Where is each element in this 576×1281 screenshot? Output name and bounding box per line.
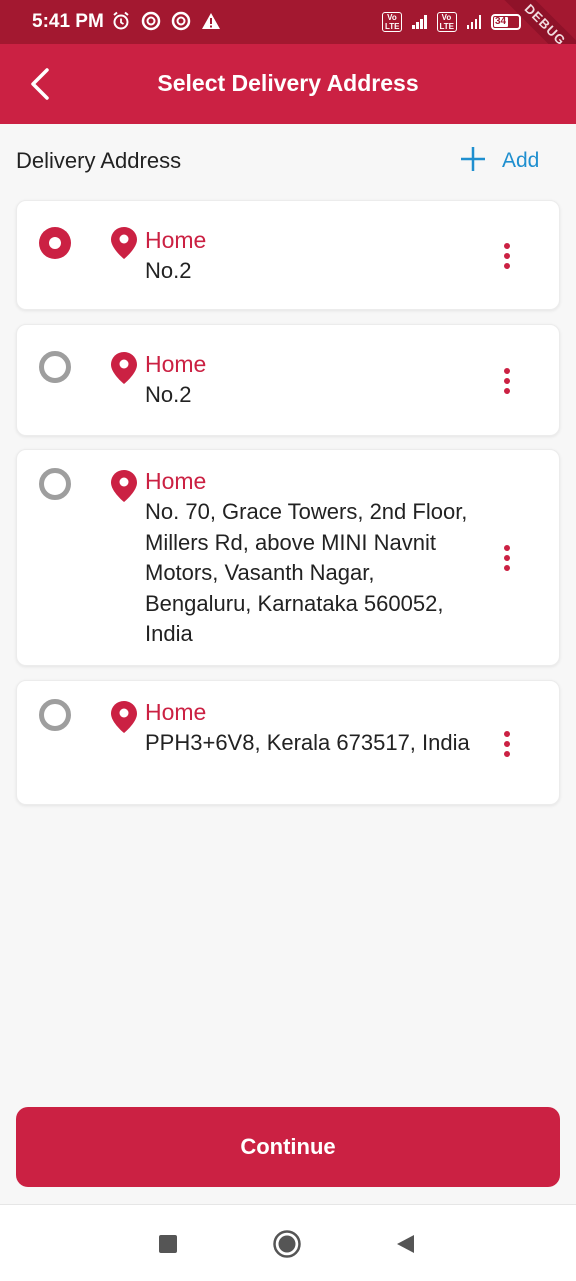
more-vert-icon [504,545,510,551]
section-title: Delivery Address [16,148,182,173]
address-card[interactable]: Home PPH3+6V8, Kerala 673517, India [16,680,560,805]
sync-icon [140,10,162,32]
sync-icon [170,10,192,32]
page-title: Select Delivery Address [157,70,419,96]
radio-unselected[interactable] [39,468,71,500]
plus-icon [460,146,486,175]
address-label: Home [145,699,207,725]
radio-unselected[interactable] [39,699,71,731]
location-pin-icon [111,470,137,502]
recents-button[interactable] [153,1229,183,1259]
more-options-button[interactable] [493,724,521,764]
more-options-button[interactable] [493,538,521,578]
more-options-button[interactable] [493,236,521,276]
signal-4g-icon [466,15,481,29]
add-label: Add [502,148,540,172]
radio-selected[interactable] [39,227,71,259]
address-label: Home [145,351,207,377]
address-text: No. 70, Grace Towers, 2nd Floor, Millers… [145,499,468,646]
battery-icon: 34 [491,14,521,30]
app-bar: Select Delivery Address [0,44,576,124]
warning-icon [200,10,222,32]
address-text: PPH3+6V8, Kerala 673517, India [145,730,470,755]
address-card[interactable]: Home No.2 [16,324,560,436]
more-vert-icon [504,243,510,249]
address-text: No.2 [145,382,192,407]
back-nav-button[interactable] [390,1229,420,1259]
circle-home-icon [273,1230,301,1258]
location-pin-icon [111,227,137,259]
alarm-icon [110,10,132,32]
volte-icon: Vo LTE [436,12,457,32]
more-vert-icon [504,731,510,737]
status-time: 5:41 PM [32,11,104,32]
address-text: No.2 [145,258,192,283]
status-bar: 5:41 PM Vo LTE Vo LTE 34 DEBUG [0,0,576,79]
address-card[interactable]: Home No. 70, Grace Towers, 2nd Floor, Mi… [16,449,560,666]
continue-button[interactable]: Continue [16,1107,560,1187]
add-address-button[interactable]: Add [460,146,539,175]
radio-unselected[interactable] [39,351,71,383]
address-label: Home [145,227,207,253]
address-card[interactable]: Home No.2 [16,200,560,310]
system-nav-bar [0,1204,576,1281]
volte-icon: Vo LTE [382,12,402,32]
triangle-back-icon [397,1235,414,1253]
home-button[interactable] [272,1229,302,1259]
location-pin-icon [111,352,137,384]
signal-icon [412,15,427,29]
square-icon [159,1235,177,1253]
more-vert-icon [504,368,510,374]
location-pin-icon [111,701,137,733]
more-options-button[interactable] [493,361,521,401]
address-label: Home [145,468,207,494]
